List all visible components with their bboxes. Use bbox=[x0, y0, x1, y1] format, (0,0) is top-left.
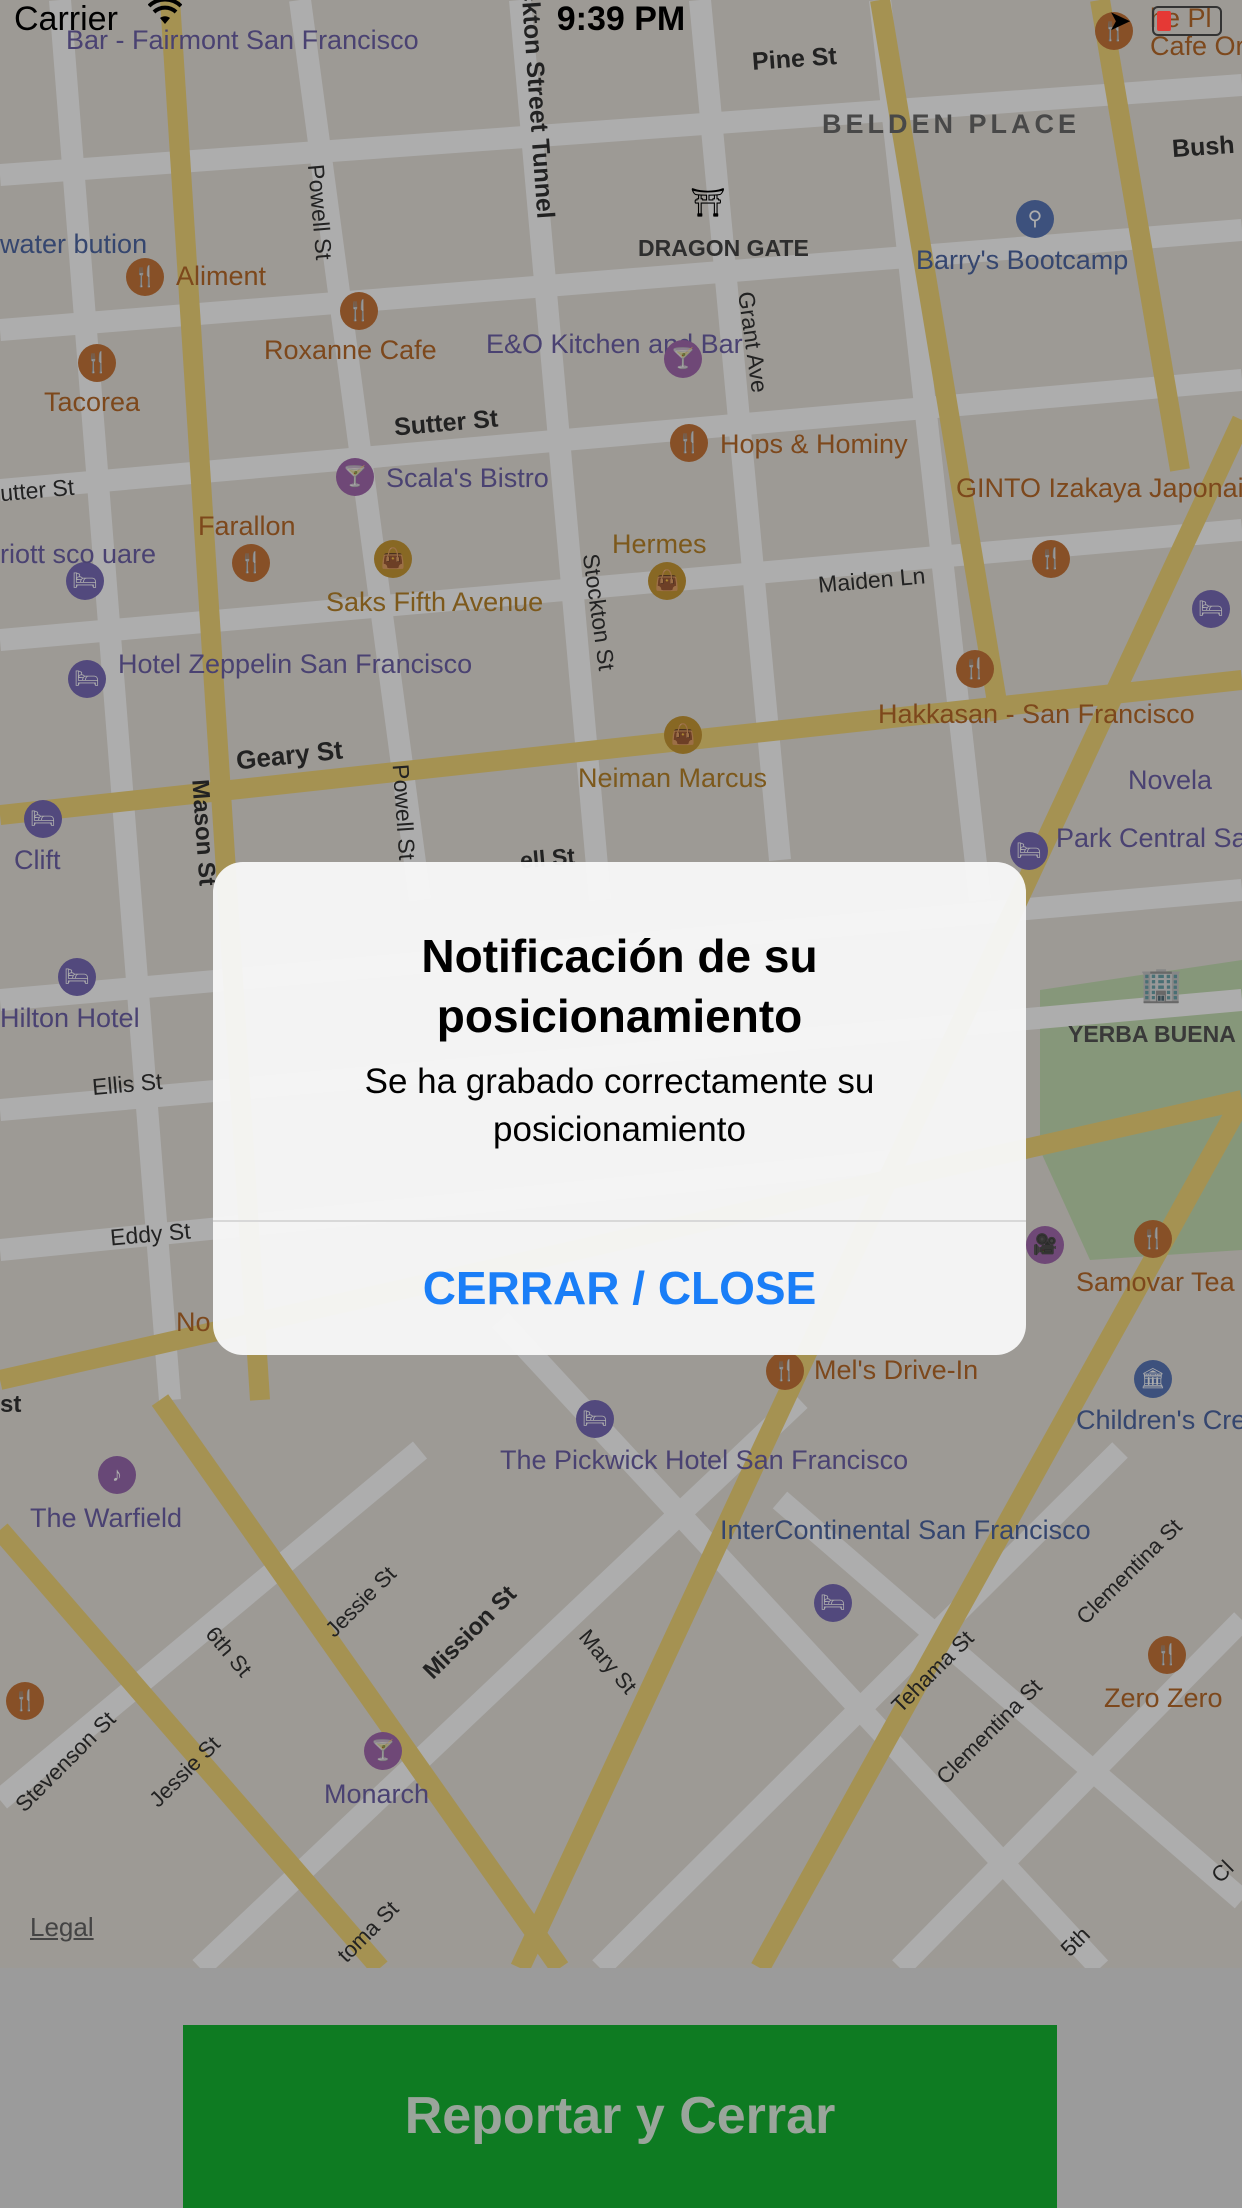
battery-icon bbox=[1152, 6, 1222, 36]
status-bar: Carrier 9:39 PM ➤ bbox=[0, 0, 1242, 40]
legal-link[interactable]: Legal bbox=[30, 1912, 94, 1943]
alert-message: Se ha grabado correctamente su posiciona… bbox=[364, 1062, 875, 1149]
close-alert-button[interactable]: CERRAR / CLOSE bbox=[213, 1222, 1026, 1355]
location-arrow-icon: ➤ bbox=[1108, 5, 1132, 36]
clock: 9:39 PM bbox=[556, 0, 686, 38]
report-and-close-button[interactable]: Reportar y Cerrar bbox=[183, 2025, 1057, 2208]
alert-dialog: Notificación de su posicionamiento Se ha… bbox=[213, 862, 1026, 1355]
alert-title: Notificación de su posicionamiento bbox=[421, 930, 818, 1042]
